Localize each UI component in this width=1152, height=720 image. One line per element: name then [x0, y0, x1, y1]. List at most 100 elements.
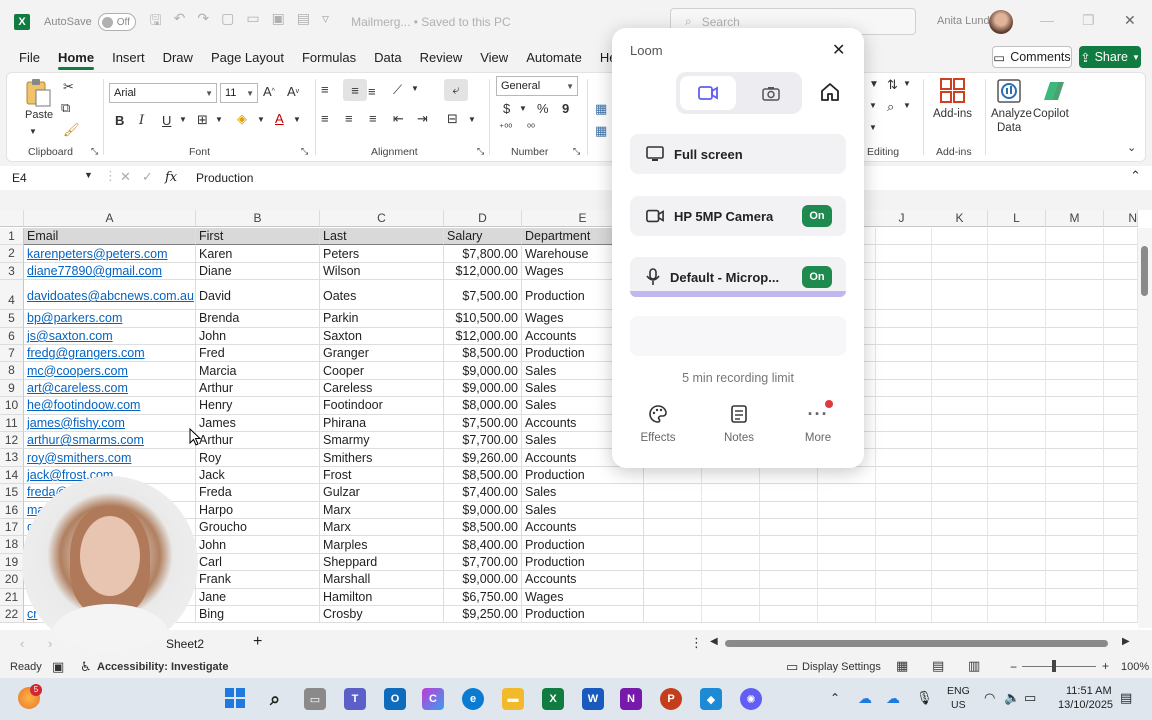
orientation-icon[interactable]: ⟋ [393, 82, 402, 98]
cell-salary[interactable]: $9,000.00 [444, 501, 522, 519]
align-middle-icon[interactable]: ≡ [343, 79, 367, 101]
empty-cell[interactable] [818, 466, 876, 485]
zoom-level[interactable]: 100% [1121, 661, 1149, 673]
cell-salary[interactable]: $9,250.00 [444, 606, 522, 624]
cell-first[interactable]: Brenda [196, 310, 320, 328]
number-launcher-icon[interactable]: ⤡ [573, 146, 580, 157]
merge-center-icon[interactable]: ⊟ [447, 111, 458, 127]
cell-email[interactable]: bp@parkers.com [24, 310, 196, 328]
increase-indent-icon[interactable]: ⇥ [417, 111, 428, 127]
cell-dept[interactable]: Accounts [522, 571, 644, 589]
cell-email[interactable]: js@saxton.com [24, 327, 196, 345]
row-header[interactable]: 21 [0, 588, 24, 606]
empty-cell[interactable] [1046, 310, 1104, 328]
header-cell-first[interactable]: First [196, 228, 320, 246]
copilot-icon[interactable] [1037, 77, 1067, 105]
empty-cell[interactable] [988, 228, 1046, 246]
number-format-select[interactable]: General ▼ [496, 76, 578, 96]
empty-cell[interactable] [702, 606, 760, 624]
cell-last[interactable]: Granger [320, 345, 444, 363]
wrap-text-icon[interactable]: ⤶ [444, 79, 468, 101]
empty-cell[interactable] [1046, 501, 1104, 519]
user-name[interactable]: Anita Lund [937, 15, 990, 27]
empty-cell[interactable] [702, 519, 760, 537]
empty-cell[interactable] [876, 553, 932, 572]
cell-salary[interactable]: $7,800.00 [444, 245, 522, 263]
empty-cell[interactable] [932, 262, 988, 281]
cell-first[interactable]: Roy [196, 449, 320, 467]
cell-salary[interactable]: $9,000.00 [444, 379, 522, 398]
empty-cell[interactable] [818, 571, 876, 589]
cell-dept[interactable]: Production [522, 536, 644, 554]
row-header[interactable]: 22 [0, 606, 24, 624]
chevron-down-icon[interactable]: ▼ [179, 115, 187, 124]
cell-first[interactable]: Henry [196, 397, 320, 415]
empty-cell[interactable] [1104, 432, 1138, 450]
macro-record-icon[interactable]: ▣ [52, 659, 64, 675]
empty-cell[interactable] [760, 553, 818, 572]
edge-icon[interactable]: e [462, 688, 484, 710]
empty-cell[interactable] [1104, 553, 1138, 572]
taskbar-search-icon[interactable]: ⌕ [264, 688, 286, 710]
empty-cell[interactable] [760, 536, 818, 554]
row-header[interactable]: 20 [0, 571, 24, 589]
share-button[interactable]: ⇪ Share ▼ [1079, 46, 1141, 68]
empty-cell[interactable] [644, 519, 702, 537]
cell-email[interactable]: he@footindoow.com [24, 397, 196, 415]
empty-cell[interactable] [932, 327, 988, 345]
font-color-icon[interactable]: A [275, 111, 284, 126]
cell-first[interactable]: David [196, 280, 320, 311]
empty-cell[interactable] [1046, 280, 1104, 311]
vertical-scrollbar[interactable] [1138, 228, 1152, 628]
empty-cell[interactable] [644, 501, 702, 519]
cell-email[interactable]: diane77890@gmail.com [24, 262, 196, 281]
empty-cell[interactable] [1104, 327, 1138, 345]
cell-last[interactable]: Hamilton [320, 588, 444, 606]
empty-cell[interactable] [876, 262, 932, 281]
row-header[interactable]: 11 [0, 414, 24, 432]
decrease-decimal-icon[interactable]: ⁰⁰ [527, 123, 535, 134]
open-icon[interactable]: ▤ [297, 10, 310, 34]
cancel-icon[interactable]: ✕ [120, 169, 131, 185]
empty-cell[interactable] [702, 484, 760, 502]
paste-dropdown-icon[interactable]: ▼ [29, 127, 37, 136]
notifications-icon[interactable]: ▤ [1120, 690, 1132, 706]
cell-salary[interactable]: $7,500.00 [444, 280, 522, 311]
cell-last[interactable]: Saxton [320, 327, 444, 345]
new-file-icon[interactable]: ▢ [221, 10, 234, 34]
empty-cell[interactable] [876, 414, 932, 432]
row-header[interactable]: 6 [0, 327, 24, 345]
row-header[interactable]: 16 [0, 501, 24, 519]
empty-cell[interactable] [876, 379, 932, 398]
chevron-down-icon[interactable]: ▼ [293, 115, 301, 124]
full-screen-option[interactable]: Full screen [630, 134, 846, 174]
notes-button[interactable]: Notes [709, 402, 769, 444]
empty-cell[interactable] [876, 484, 932, 502]
cell-email[interactable]: davidoates@abcnews.com.au [24, 280, 196, 311]
empty-cell[interactable] [932, 245, 988, 263]
cell-salary[interactable]: $7,700.00 [444, 553, 522, 572]
cell-salary[interactable]: $9,000.00 [444, 571, 522, 589]
column-header-d[interactable]: D [444, 210, 522, 227]
cell-salary[interactable]: $7,700.00 [444, 432, 522, 450]
empty-cell[interactable] [932, 553, 988, 572]
row-header[interactable]: 3 [0, 262, 24, 281]
borders-icon[interactable]: ⊞ [197, 112, 208, 128]
empty-cell[interactable] [932, 310, 988, 328]
empty-cell[interactable] [988, 280, 1046, 311]
empty-cell[interactable] [818, 553, 876, 572]
cell-salary[interactable]: $8,500.00 [444, 466, 522, 485]
row-header[interactable]: 9 [0, 379, 24, 398]
cell-last[interactable]: Marx [320, 519, 444, 537]
copilot-app-icon[interactable]: C [422, 688, 444, 710]
empty-cell[interactable] [988, 501, 1046, 519]
cell-last[interactable]: Parkin [320, 310, 444, 328]
cell-dept[interactable]: Sales [522, 501, 644, 519]
cell-first[interactable]: Fred [196, 345, 320, 363]
empty-cell[interactable] [988, 379, 1046, 398]
open-folder-icon[interactable]: ▭ [246, 10, 259, 34]
clock-date[interactable]: 13/10/2025 [1058, 699, 1113, 711]
copy-icon[interactable]: ⧉ [61, 100, 70, 116]
vpn-icon[interactable]: ◆ [700, 688, 722, 710]
add-ins-icon[interactable] [939, 77, 967, 105]
